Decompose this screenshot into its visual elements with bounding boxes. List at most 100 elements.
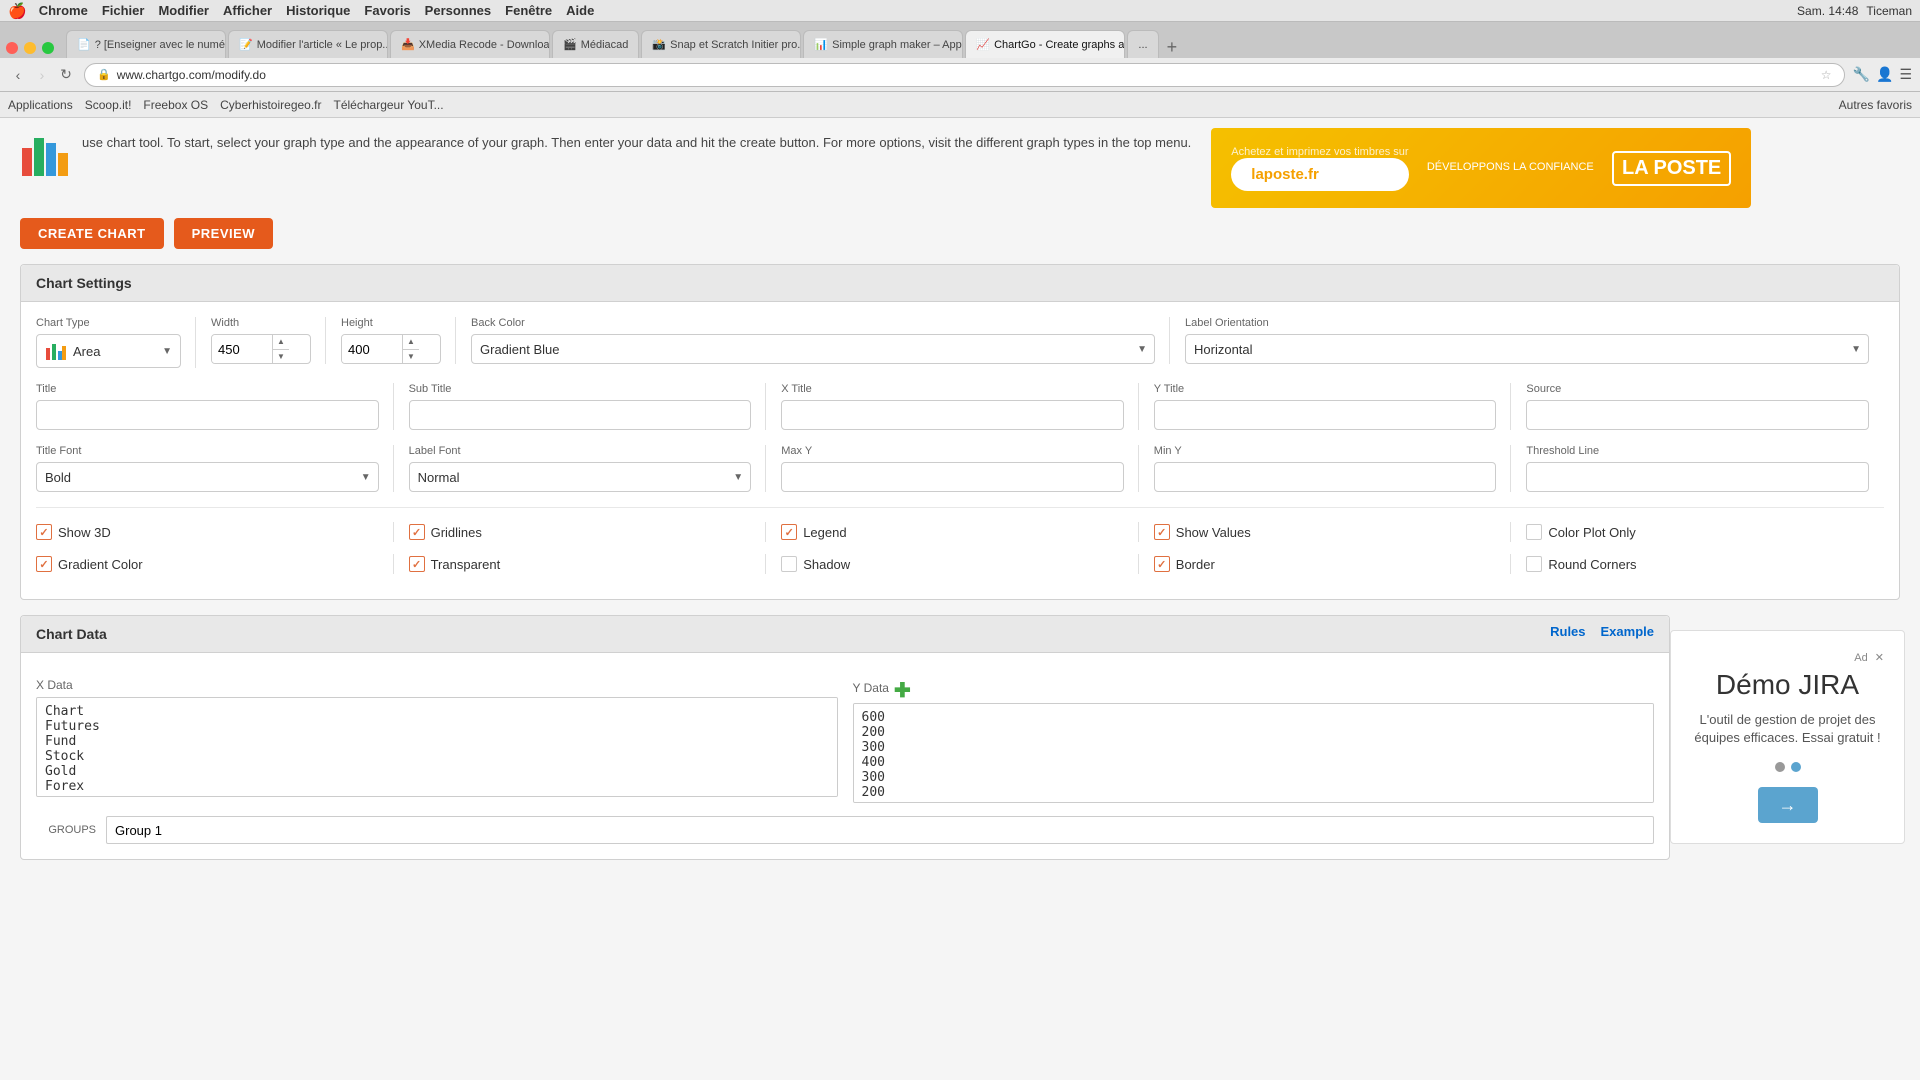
width-spinner[interactable]: ▲ ▼	[211, 334, 311, 364]
source-group: Source	[1511, 383, 1884, 430]
bookmark-3[interactable]: Cyberhistoiregeo.fr	[220, 98, 321, 112]
bookmark-star[interactable]: ☆	[1821, 68, 1832, 82]
menu-personnes[interactable]: Personnes	[425, 3, 491, 18]
url-text: www.chartgo.com/modify.do	[117, 68, 266, 82]
height-spinner[interactable]: ▲ ▼	[341, 334, 441, 364]
title-input[interactable]	[36, 400, 379, 430]
tab-more[interactable]: ...	[1127, 30, 1158, 58]
preview-button[interactable]: PREVIEW	[174, 218, 273, 249]
extensions-icon[interactable]: 🔧	[1853, 66, 1870, 83]
cb-shadow-label: Shadow	[803, 557, 850, 572]
cb-shadow-box[interactable]	[781, 556, 797, 572]
groups-input[interactable]	[106, 816, 1654, 844]
y-data-input[interactable]	[853, 703, 1655, 803]
chart-type-arrow: ▼	[162, 346, 172, 357]
x-data-input[interactable]	[36, 697, 838, 797]
xtitle-input[interactable]	[781, 400, 1124, 430]
window-maximize[interactable]	[42, 42, 54, 54]
bookmark-2[interactable]: Freebox OS	[143, 98, 208, 112]
site-description: use chart tool. To start, select your gr…	[82, 128, 1191, 153]
forward-button[interactable]: ›	[32, 65, 52, 85]
bookmarks-right[interactable]: Autres favoris	[1839, 98, 1912, 112]
jira-dot-1[interactable]	[1775, 762, 1785, 772]
source-input[interactable]	[1526, 400, 1869, 430]
ad-laposte-btn[interactable]: laposte.fr	[1231, 158, 1408, 191]
menu-modifier[interactable]: Modifier	[158, 3, 209, 18]
title-group: Title	[36, 383, 394, 430]
refresh-button[interactable]: ↻	[56, 65, 76, 85]
back-button[interactable]: ‹	[8, 65, 28, 85]
menu-historique[interactable]: Historique	[286, 3, 350, 18]
tab-example[interactable]: Example	[1601, 624, 1654, 639]
bookmark-4[interactable]: Téléchargeur YouT...	[334, 98, 444, 112]
cb-gradientcolor-label: Gradient Color	[58, 557, 143, 572]
menu-aide[interactable]: Aide	[566, 3, 594, 18]
maxy-input[interactable]	[781, 462, 1124, 492]
cb-colorplotonly-box[interactable]	[1526, 524, 1542, 540]
height-down[interactable]: ▼	[403, 350, 419, 364]
width-arrows: ▲ ▼	[272, 335, 289, 363]
menu-icon[interactable]: ☰	[1899, 66, 1912, 83]
cb-legend-box[interactable]	[781, 524, 797, 540]
cb-gradientcolor-box[interactable]	[36, 556, 52, 572]
ad-close-x[interactable]: ✕	[1875, 652, 1884, 664]
apple-menu[interactable]: 🍎	[8, 2, 27, 20]
menu-fichier[interactable]: Fichier	[102, 3, 145, 18]
cb-gridlines-box[interactable]	[409, 524, 425, 540]
bookmark-1[interactable]: Scoop.it!	[85, 98, 132, 112]
bookmark-0[interactable]: Applications	[8, 98, 73, 112]
groups-label: GROUPS	[36, 824, 96, 836]
tab-favicon-5: 📊	[814, 38, 828, 51]
backcolor-select[interactable]: Gradient Blue White Gray Black None	[471, 334, 1155, 364]
chart-type-selector[interactable]: Area ▼	[36, 334, 181, 368]
width-down[interactable]: ▼	[273, 350, 289, 364]
cb-shadow: Shadow	[766, 552, 1139, 576]
jira-cta-button[interactable]: →	[1758, 787, 1818, 823]
tab-rules[interactable]: Rules	[1550, 624, 1585, 639]
menu-afficher[interactable]: Afficher	[223, 3, 272, 18]
threshold-group: Threshold Line	[1511, 445, 1884, 492]
height-label: Height	[341, 317, 441, 329]
window-close[interactable]	[6, 42, 18, 54]
width-input[interactable]	[212, 335, 272, 363]
cb-roundcorners-box[interactable]	[1526, 556, 1542, 572]
profile-icon[interactable]: 👤	[1876, 66, 1893, 83]
add-column-button[interactable]: ✚	[894, 678, 911, 703]
tab-2[interactable]: 📥 XMedia Recode - Downloa...	[390, 30, 550, 58]
url-bar[interactable]: 🔒 www.chartgo.com/modify.do ☆	[84, 63, 1845, 87]
tab-1[interactable]: 📝 Modifier l'article « Le prop...	[228, 30, 388, 58]
labelfont-select[interactable]: Normal Bold Italic	[409, 462, 752, 492]
threshold-input[interactable]	[1526, 462, 1869, 492]
miny-input[interactable]	[1154, 462, 1497, 492]
subtitle-input[interactable]	[409, 400, 752, 430]
cb-show3d-box[interactable]	[36, 524, 52, 540]
jira-dot-2[interactable]	[1791, 762, 1801, 772]
tab-5[interactable]: 📊 Simple graph maker – App...	[803, 30, 963, 58]
menu-favoris[interactable]: Favoris	[364, 3, 410, 18]
cb-showvalues-box[interactable]	[1154, 524, 1170, 540]
height-input[interactable]	[342, 335, 402, 363]
cb-border: Border	[1139, 552, 1512, 576]
banner-area: use chart tool. To start, select your gr…	[0, 118, 1920, 218]
cb-showvalues-label: Show Values	[1176, 525, 1251, 540]
ytitle-input[interactable]	[1154, 400, 1497, 430]
menu-fenetre[interactable]: Fenêtre	[505, 3, 552, 18]
new-tab-button[interactable]: +	[1167, 37, 1178, 58]
checkboxes-section: Show 3D Gridlines Legend Show Values	[36, 507, 1884, 576]
cb-border-box[interactable]	[1154, 556, 1170, 572]
width-up[interactable]: ▲	[273, 335, 289, 350]
width-label: Width	[211, 317, 311, 329]
create-chart-button[interactable]: CREATE CHART	[20, 218, 164, 249]
tab-4[interactable]: 📸 Snap et Scratch Initier pro...	[641, 30, 801, 58]
cb-gradientcolor: Gradient Color	[36, 552, 394, 576]
window-minimize[interactable]	[24, 42, 36, 54]
labelorientation-select[interactable]: Horizontal Vertical Diagonal	[1185, 334, 1869, 364]
tab-3[interactable]: 🎬 Médiacad	[552, 30, 639, 58]
titlefont-select[interactable]: Bold Normal Italic	[36, 462, 379, 492]
cb-transparent-box[interactable]	[409, 556, 425, 572]
app-name[interactable]: Chrome	[39, 3, 88, 18]
tab-0[interactable]: 📄 ? [Enseigner avec le numéric...	[66, 30, 226, 58]
ad-content: Achetez et imprimez vos timbres sur lapo…	[1231, 146, 1408, 191]
height-up[interactable]: ▲	[403, 335, 419, 350]
tab-6[interactable]: 📈 ChartGo - Create graphs a... ✕	[965, 30, 1125, 58]
